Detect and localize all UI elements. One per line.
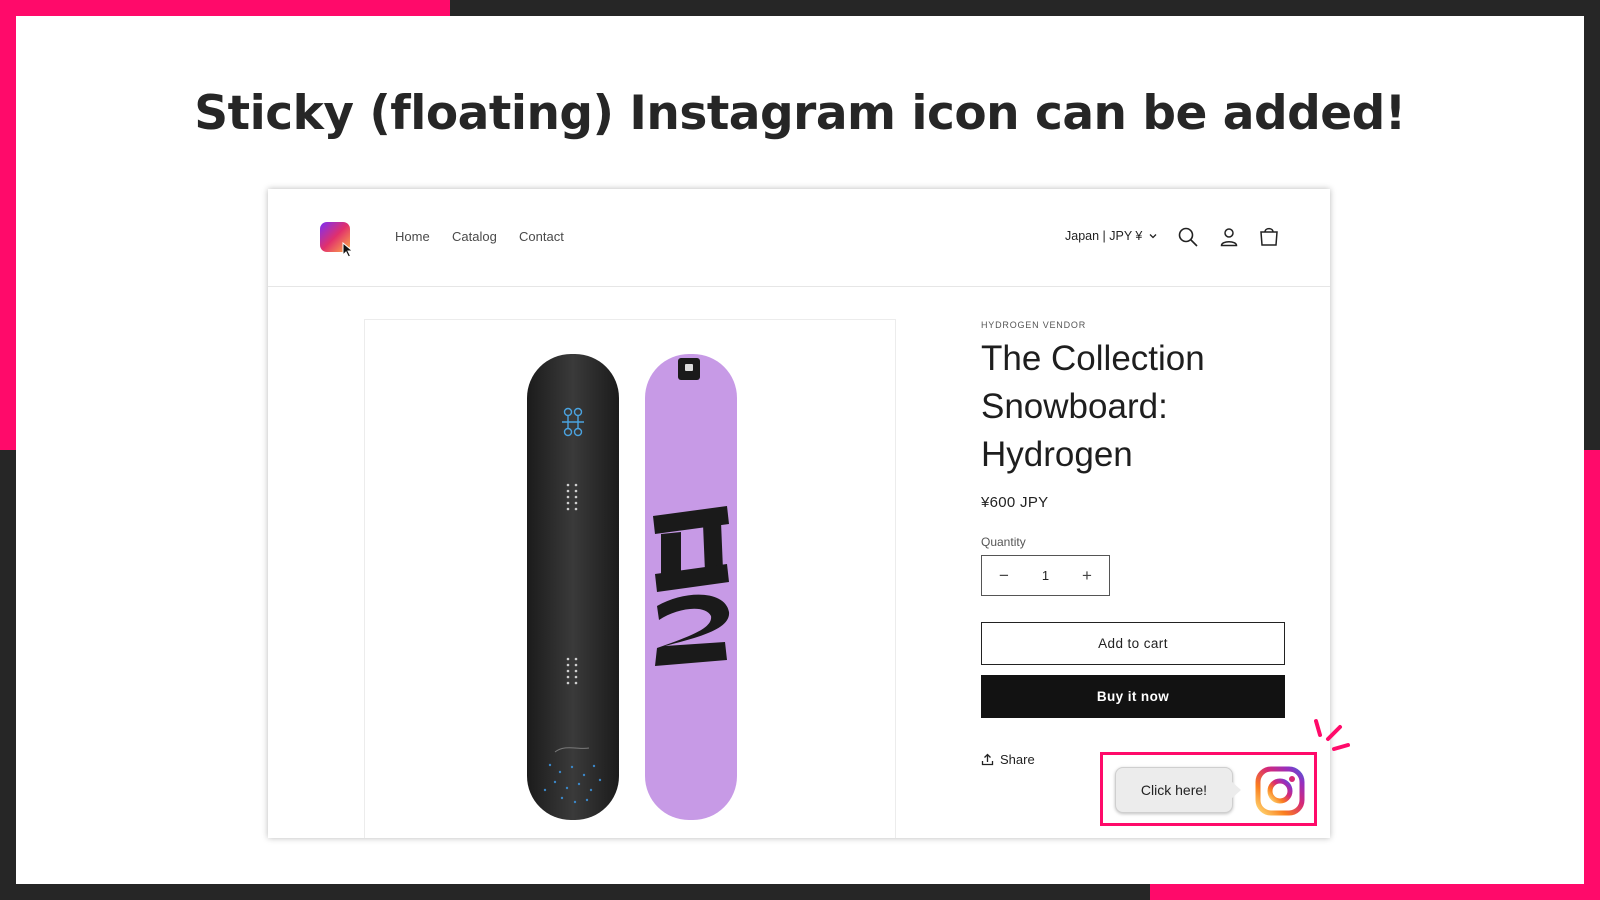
store-screenshot: Home Catalog Contact Japan | JPY ¥ HYDRO… [268, 189, 1330, 838]
search-icon[interactable] [1177, 226, 1199, 248]
account-icon[interactable] [1218, 226, 1240, 248]
click-here-bubble[interactable]: Click here! [1115, 767, 1233, 813]
nav-catalog[interactable]: Catalog [452, 229, 497, 244]
product-title: The Collection Snowboard: Hydrogen [981, 339, 1205, 474]
product-price: ¥600 JPY [981, 494, 1049, 511]
nav-contact[interactable]: Contact [519, 229, 564, 244]
locale-selector[interactable]: Japan | JPY ¥ [1065, 229, 1158, 243]
quantity-label: Quantity [981, 535, 1026, 549]
pink-frame-left [0, 0, 16, 450]
pink-frame-bottom-right [1150, 884, 1600, 900]
snowboard-image [527, 354, 737, 820]
sparkle-lines-icon [1314, 719, 1350, 751]
buy-now-button[interactable]: Buy it now [981, 675, 1285, 718]
product-vendor: HYDROGEN VENDOR [981, 320, 1087, 330]
share-icon [981, 753, 994, 766]
quantity-stepper: − 1 + [981, 555, 1110, 596]
product-media[interactable] [364, 319, 896, 838]
share-label: Share [1000, 752, 1035, 767]
bubble-tail [1231, 781, 1241, 799]
store-header: Home Catalog Contact Japan | JPY ¥ [268, 189, 1330, 287]
quantity-input[interactable]: 1 [1042, 568, 1049, 583]
instagram-icon[interactable] [1254, 765, 1306, 817]
mouse-cursor-icon [342, 242, 354, 258]
add-to-cart-button[interactable]: Add to cart [981, 622, 1285, 665]
chevron-down-icon [1149, 234, 1157, 239]
quantity-decrease-button[interactable]: − [982, 566, 1026, 586]
share-button[interactable]: Share [981, 752, 1035, 767]
cart-icon[interactable] [1258, 226, 1280, 248]
slide-headline: Sticky (floating) Instagram icon can be … [194, 86, 1406, 141]
nav-home[interactable]: Home [395, 229, 430, 244]
quantity-increase-button[interactable]: + [1065, 566, 1109, 586]
pink-frame-top-left [0, 0, 450, 16]
locale-label: Japan | JPY ¥ [1065, 229, 1143, 243]
pink-frame-right [1584, 450, 1600, 900]
